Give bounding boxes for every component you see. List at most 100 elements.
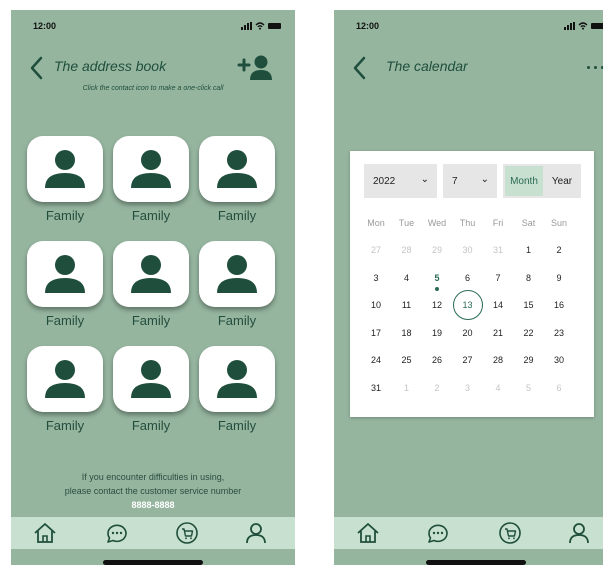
home-icon[interactable] — [356, 521, 380, 545]
contact-tile[interactable] — [113, 241, 189, 307]
calendar-day[interactable]: 30 — [453, 240, 483, 260]
calendar-day[interactable]: 21 — [483, 323, 513, 343]
contact-tile[interactable] — [113, 136, 189, 202]
calendar-day[interactable]: 23 — [544, 323, 574, 343]
calendar-day[interactable]: 4 — [392, 268, 422, 288]
calendar-day[interactable]: 13 — [453, 295, 483, 315]
calendar-day[interactable]: 28 — [392, 240, 422, 260]
contact-tile[interactable] — [27, 136, 103, 202]
status-icons — [241, 22, 281, 30]
chevron-down-icon: ⌄ — [420, 174, 429, 185]
person-icon — [131, 360, 171, 398]
calendar-day[interactable]: 2 — [422, 378, 452, 398]
calendar-day[interactable]: 29 — [422, 240, 452, 260]
month-view-button[interactable]: Month — [505, 166, 543, 196]
year-view-button[interactable]: Year — [545, 166, 579, 196]
calendar-day[interactable]: 3 — [361, 268, 391, 288]
year-select[interactable]: 2022 ⌄ — [364, 164, 437, 198]
contact-card[interactable]: Family — [198, 241, 276, 328]
page-title: The calendar — [386, 58, 468, 74]
view-toggle: Month Year — [503, 164, 581, 198]
person-icon — [45, 255, 85, 293]
add-contact-icon[interactable] — [235, 53, 275, 81]
tab-bar — [11, 517, 295, 549]
contact-card[interactable]: Family — [112, 241, 190, 328]
calendar-day[interactable]: 5 — [422, 268, 452, 288]
battery-icon — [268, 23, 281, 29]
contact-tile[interactable] — [199, 346, 275, 412]
calendar-day[interactable]: 24 — [361, 350, 391, 370]
calendar-day[interactable]: 5 — [514, 378, 544, 398]
calendar-day[interactable]: 12 — [422, 295, 452, 315]
calendar-day[interactable]: 30 — [544, 350, 574, 370]
calendar-day[interactable]: 26 — [422, 350, 452, 370]
service-number[interactable]: 8888-8888 — [11, 498, 295, 512]
calendar-day[interactable]: 8 — [514, 268, 544, 288]
contact-tile[interactable] — [113, 346, 189, 412]
calendar-day[interactable]: 29 — [514, 350, 544, 370]
contact-label: Family — [217, 418, 257, 433]
calendar-day[interactable]: 11 — [392, 295, 422, 315]
contact-tile[interactable] — [27, 241, 103, 307]
month-select[interactable]: 7 ⌄ — [443, 164, 497, 198]
cart-icon[interactable] — [175, 521, 199, 545]
contact-card[interactable]: Family — [198, 346, 276, 433]
contact-card[interactable]: Family — [112, 346, 190, 433]
calendar-day[interactable]: 17 — [361, 323, 391, 343]
more-dots-icon[interactable] — [587, 66, 603, 69]
calendar-day[interactable]: 15 — [514, 295, 544, 315]
calendar-day[interactable]: 4 — [483, 378, 513, 398]
calendar-day[interactable]: 31 — [483, 240, 513, 260]
calendar-day[interactable]: 7 — [483, 268, 513, 288]
contact-tile[interactable] — [199, 241, 275, 307]
calendar-day[interactable]: 20 — [453, 323, 483, 343]
back-button[interactable] — [350, 55, 370, 81]
home-icon[interactable] — [33, 521, 57, 545]
calendar-day[interactable]: 1 — [514, 240, 544, 260]
calendar-day[interactable]: 9 — [544, 268, 574, 288]
calendar-day[interactable]: 6 — [544, 378, 574, 398]
calendar-day[interactable]: 22 — [514, 323, 544, 343]
calendar-day[interactable]: 14 — [483, 295, 513, 315]
calendar-day[interactable]: 31 — [361, 378, 391, 398]
calendar-day[interactable]: 16 — [544, 295, 574, 315]
home-indicator — [426, 560, 526, 565]
page-subtitle: Click the contact icon to make a one-cli… — [82, 85, 224, 92]
help-line: If you encounter difficulties in using, — [81, 472, 225, 482]
contact-tile[interactable] — [27, 346, 103, 412]
cart-icon[interactable] — [498, 521, 522, 545]
contact-tile[interactable] — [199, 136, 275, 202]
person-icon — [131, 255, 171, 293]
calendar-day[interactable]: 10 — [361, 295, 391, 315]
calendar-day[interactable]: 25 — [392, 350, 422, 370]
calendar-day[interactable]: 27 — [453, 350, 483, 370]
wifi-icon — [255, 22, 265, 30]
profile-icon[interactable] — [244, 521, 268, 545]
calendar-day[interactable]: 2 — [544, 240, 574, 260]
contact-card[interactable]: Family — [112, 136, 190, 223]
contact-label: Family — [131, 418, 171, 433]
person-icon — [45, 150, 85, 188]
calendar-day[interactable]: 18 — [392, 323, 422, 343]
help-text: If you encounter difficulties in using, … — [11, 470, 295, 512]
month-value: 7 — [452, 176, 458, 187]
calendar-day[interactable]: 3 — [453, 378, 483, 398]
status-icons — [564, 22, 603, 30]
person-icon — [217, 150, 257, 188]
calendar-day[interactable]: 28 — [483, 350, 513, 370]
chat-icon[interactable] — [426, 521, 450, 545]
profile-icon[interactable] — [567, 521, 591, 545]
signal-icon — [564, 22, 575, 30]
calendar-day[interactable]: 19 — [422, 323, 452, 343]
contact-card[interactable]: Family — [26, 346, 104, 433]
contact-card[interactable]: Family — [26, 136, 104, 223]
calendar-day[interactable]: 1 — [392, 378, 422, 398]
calendar-day[interactable]: 6 — [453, 268, 483, 288]
contact-card[interactable]: Family — [198, 136, 276, 223]
weekday-label: Fri — [492, 218, 504, 228]
back-button[interactable] — [27, 55, 47, 81]
chat-icon[interactable] — [105, 521, 129, 545]
contact-card[interactable]: Family — [26, 241, 104, 328]
calendar-day[interactable]: 27 — [361, 240, 391, 260]
weekday-label: Mon — [367, 218, 385, 228]
